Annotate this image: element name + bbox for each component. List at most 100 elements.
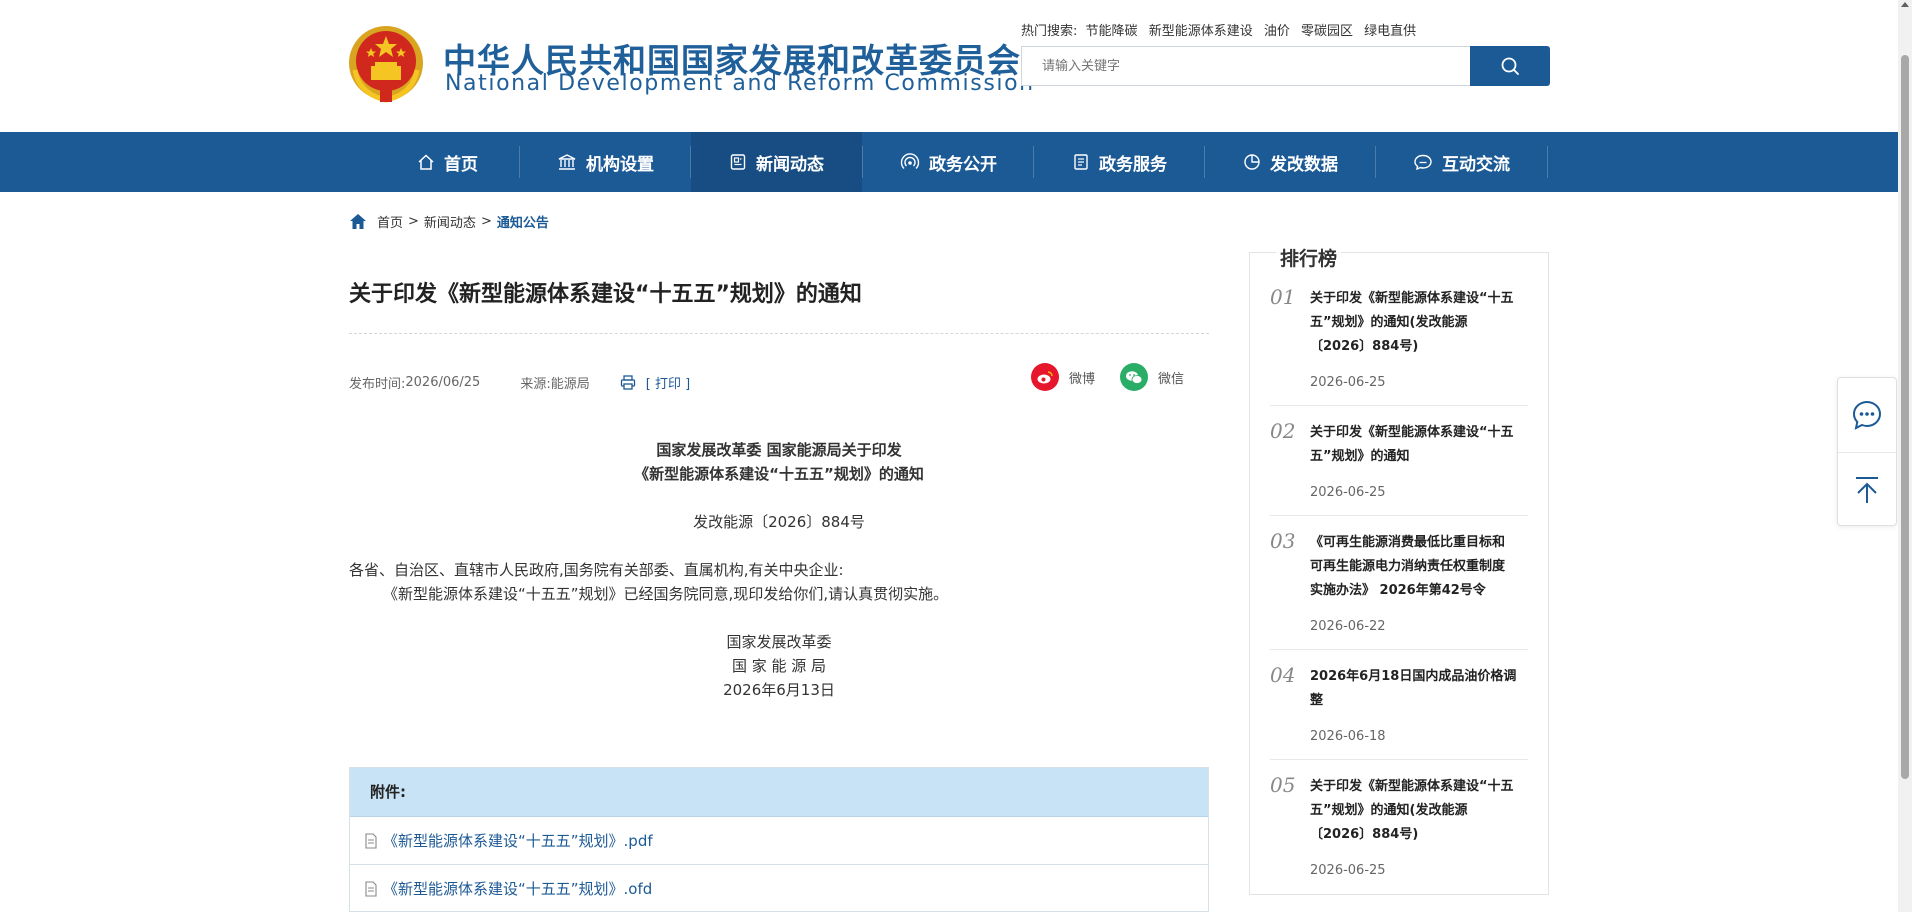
- source-label: 来源:: [520, 377, 551, 392]
- ranking-line: 五”规划》的通知(发改能源: [1310, 315, 1468, 330]
- hot-search-term[interactable]: 节能降碳: [1086, 24, 1138, 39]
- nav-label: 发改数据: [1270, 154, 1338, 175]
- nav-item-public-affairs[interactable]: 政务公开: [863, 132, 1034, 192]
- building-icon: [558, 154, 576, 170]
- breadcrumb-current[interactable]: 通知公告: [497, 212, 549, 231]
- nav-label: 政务公开: [929, 154, 997, 175]
- search-icon: [1501, 57, 1519, 75]
- feedback-button[interactable]: [1838, 378, 1896, 452]
- share-wechat-label: 微信: [1158, 371, 1185, 387]
- attachment-link-ofd[interactable]: 《新型能源体系建设“十五五”规划》.ofd: [350, 865, 1208, 912]
- file-icon: [365, 832, 377, 849]
- doc-signer-ndrc: 国家发展改革委: [726, 633, 832, 651]
- ranking-link[interactable]: 关于印发《新型能源体系建设“十五 五”规划》的通知(发改能源 〔2026〕884…: [1310, 775, 1532, 847]
- ranking-line: 关于印发《新型能源体系建设“十五: [1310, 425, 1514, 440]
- attachments-header: 附件:: [350, 768, 1208, 817]
- doc-number: 发改能源〔2026〕884号: [693, 513, 865, 531]
- home-icon[interactable]: [349, 213, 367, 230]
- back-to-top-button[interactable]: [1838, 452, 1896, 526]
- attachment-filename: 《新型能源体系建设“十五五”规划》.ofd: [383, 880, 653, 898]
- breadcrumb-home[interactable]: 首页: [377, 212, 403, 231]
- ranking-date: 2026-06-25: [1310, 375, 1386, 390]
- publish-date: 2026/06/25: [405, 375, 481, 390]
- nav-divider: [1547, 146, 1548, 178]
- chat-icon: [1414, 154, 1432, 171]
- chat-bubble-icon: [1852, 400, 1882, 430]
- site-title-en[interactable]: National Development and Reform Commissi…: [445, 71, 1035, 96]
- nav-item-news[interactable]: 新闻动态: [691, 132, 862, 192]
- ranking-line: 关于印发《新型能源体系建设“十五: [1310, 291, 1514, 306]
- scrollbar-thumb[interactable]: [1901, 55, 1909, 779]
- pie-chart-icon: [1244, 154, 1260, 170]
- ranking-divider: [1270, 405, 1528, 406]
- file-icon: [365, 880, 377, 897]
- publish-label: 发布时间:: [349, 377, 406, 392]
- nav-item-organization[interactable]: 机构设置: [520, 132, 691, 192]
- ranking-title: 排行榜: [1276, 244, 1342, 271]
- news-icon: [730, 154, 746, 170]
- doc-heading-line1: 国家发展改革委 国家能源局关于印发: [656, 441, 902, 459]
- nav-label: 政务服务: [1099, 154, 1167, 175]
- search-button[interactable]: [1470, 46, 1550, 86]
- arrow-up-icon: [1856, 476, 1878, 503]
- article-title: 关于印发《新型能源体系建设“十五五”规划》的通知: [349, 282, 862, 307]
- hot-search-term[interactable]: 零碳园区: [1301, 24, 1353, 39]
- share-weibo[interactable]: 微博: [1031, 363, 1095, 391]
- doc-signer-nea: 国 家 能 源 局: [731, 657, 827, 675]
- ranking-date: 2026-06-18: [1310, 729, 1386, 744]
- ranking-link[interactable]: 关于印发《新型能源体系建设“十五 五”规划》的通知(发改能源 〔2026〕884…: [1310, 287, 1532, 359]
- ranking-link[interactable]: 《可再生能源消费最低比重目标和 可再生能源电力消纳责任权重制度 实施办法》 20…: [1310, 531, 1532, 603]
- nav-label: 首页: [444, 154, 478, 175]
- home-icon: [418, 154, 434, 170]
- ranking-line: 2026年6月18日国内成品油价格调: [1310, 669, 1517, 684]
- ranking-line: 五”规划》的通知: [1310, 449, 1410, 464]
- nav-label: 互动交流: [1442, 154, 1510, 175]
- search-input[interactable]: [1021, 46, 1470, 86]
- scroll-up-arrow-icon[interactable]: [1901, 2, 1909, 7]
- ranking-date: 2026-06-25: [1310, 485, 1386, 500]
- ranking-number: 02: [1270, 419, 1296, 443]
- ranking-number: 01: [1270, 285, 1296, 309]
- hot-search-term[interactable]: 新型能源体系建设: [1149, 24, 1253, 39]
- hot-search-label: 热门搜索:: [1021, 24, 1078, 39]
- ranking-divider: [1270, 759, 1528, 760]
- ranking-line: 可再生能源电力消纳责任权重制度: [1310, 559, 1506, 574]
- hot-search: 热门搜索: 节能降碳 新型能源体系建设 油价 零碳园区 绿电直供: [1021, 20, 1423, 39]
- ranking-divider: [1270, 649, 1528, 650]
- ranking-line: 整: [1310, 693, 1324, 708]
- ranking-line: 〔2026〕884号): [1310, 827, 1419, 842]
- ranking-link[interactable]: 关于印发《新型能源体系建设“十五 五”规划》的通知: [1310, 421, 1532, 469]
- breadcrumb-separator: >: [480, 214, 492, 229]
- ranking-number: 05: [1270, 773, 1296, 797]
- nav-item-data[interactable]: 发改数据: [1205, 132, 1376, 192]
- breadcrumb-news[interactable]: 新闻动态: [424, 212, 476, 231]
- national-emblem-icon[interactable]: [347, 24, 425, 106]
- ranking-link[interactable]: 2026年6月18日国内成品油价格调 整: [1310, 665, 1532, 713]
- article-meta: 发布时间: 2026/06/25 来源: 能源局 [ 打印 ]: [349, 373, 690, 392]
- ranking-date: 2026-06-22: [1310, 619, 1386, 634]
- nav-item-government-services[interactable]: 政务服务: [1034, 132, 1205, 192]
- attachment-link-pdf[interactable]: 《新型能源体系建设“十五五”规划》.pdf: [350, 817, 1208, 865]
- share-weibo-label: 微博: [1069, 371, 1096, 387]
- nav-item-home[interactable]: 首页: [362, 132, 533, 192]
- site-header: 中华人民共和国国家发展和改革委员会 National Development a…: [0, 0, 1898, 132]
- hot-search-term[interactable]: 绿电直供: [1364, 24, 1416, 39]
- page-scrollbar[interactable]: [1898, 0, 1912, 912]
- print-button[interactable]: [ 打印 ]: [620, 373, 690, 392]
- source-value: 能源局: [550, 377, 590, 392]
- wechat-icon: [1120, 363, 1148, 391]
- title-divider: [349, 333, 1209, 334]
- ranking-number: 03: [1270, 529, 1296, 553]
- doc-salutation: 各省、自治区、直辖市人民政府,国务院有关部委、直属机构,有关中央企业:: [349, 561, 844, 579]
- ranking-panel: 排行榜 01 关于印发《新型能源体系建设“十五 五”规划》的通知(发改能源 〔2…: [1249, 244, 1549, 895]
- share-wechat[interactable]: 微信: [1120, 363, 1184, 391]
- ranking-line: 《可再生能源消费最低比重目标和: [1310, 535, 1506, 550]
- document-icon: [1074, 154, 1088, 170]
- nav-item-interaction[interactable]: 互动交流: [1376, 132, 1547, 192]
- hot-search-term[interactable]: 油价: [1264, 24, 1290, 39]
- print-label: [ 打印 ]: [645, 377, 691, 392]
- nav-label: 新闻动态: [756, 154, 824, 175]
- doc-heading-line2: 《新型能源体系建设“十五五”规划》的通知: [634, 465, 924, 483]
- floating-toolbar: [1837, 377, 1897, 526]
- ranking-divider: [1270, 515, 1528, 516]
